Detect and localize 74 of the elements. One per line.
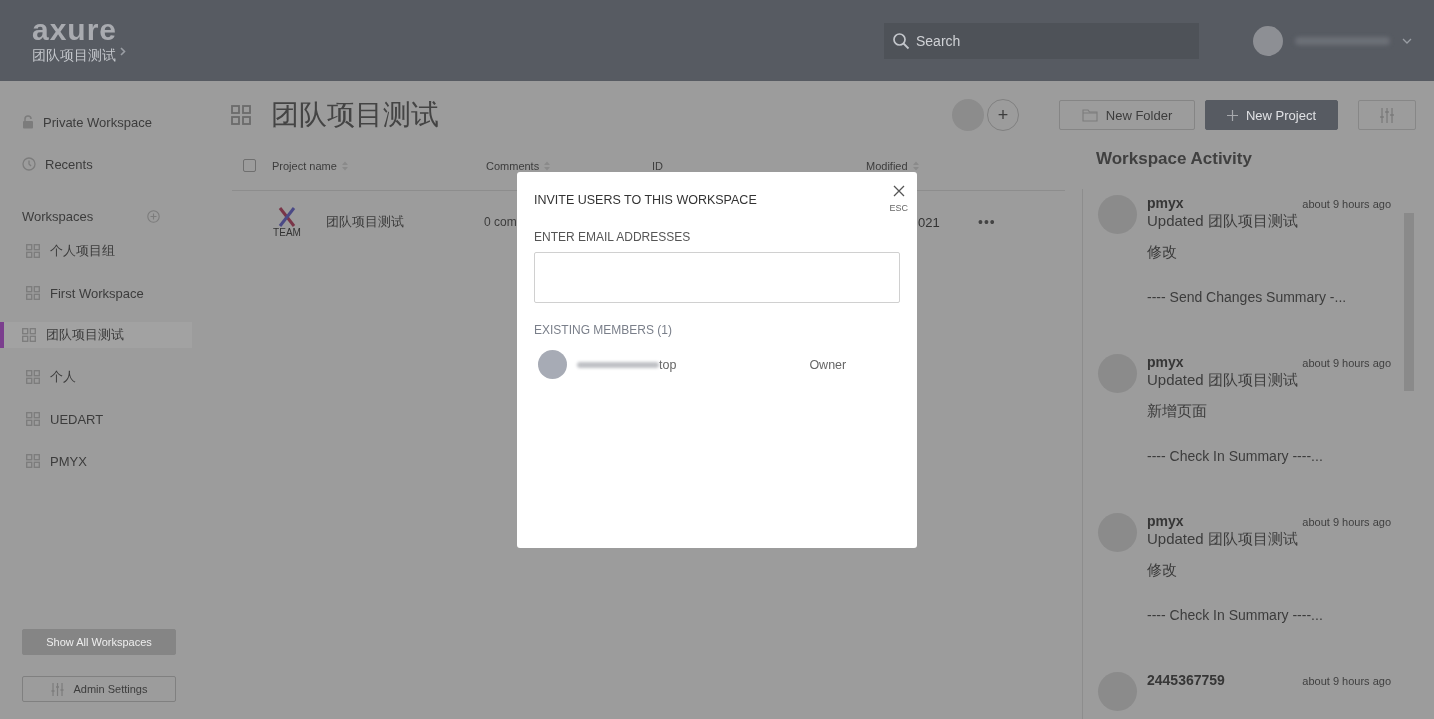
table-cell: 0 com (484, 215, 517, 229)
activity-note: 修改 (1147, 243, 1178, 262)
sidebar-link[interactable]: Recents (0, 143, 115, 185)
user-name: pmyx (1147, 354, 1184, 370)
workspace-item[interactable]: 团队项目测试 (0, 322, 192, 348)
field-label: ENTER EMAIL ADDRESSES (534, 230, 692, 244)
clock-icon (22, 157, 36, 171)
sliders-icon (1380, 107, 1394, 123)
add-circle-icon[interactable] (147, 210, 160, 223)
column-header[interactable]: Modified (866, 159, 919, 172)
timestamp: about 9 hours ago (1302, 675, 1391, 687)
column-header[interactable]: Project name (272, 159, 348, 172)
grid-icon (26, 370, 40, 384)
select-all-checkbox[interactable] (243, 159, 256, 172)
workspace-item[interactable]: 个人 (0, 364, 192, 390)
member-email: top (659, 357, 677, 372)
dialog-title: INVITE USERS TO THIS WORKSPACE (534, 193, 757, 207)
grid-icon (231, 105, 251, 125)
sidebar-link[interactable]: Private Workspace (0, 101, 174, 143)
more-options-button[interactable]: ••• (978, 214, 996, 230)
page-title: 团队项目测试 (271, 98, 439, 132)
workspace-item[interactable]: First Workspace (0, 280, 192, 306)
panel-title: Workspace Activity (1096, 149, 1253, 169)
filter-button[interactable] (1358, 100, 1416, 130)
admin-settings-button[interactable]: Admin Settings (22, 676, 176, 702)
grid-icon (22, 328, 36, 342)
sort-icon (544, 160, 551, 171)
activity-text: Updated 团队项目测试 (1147, 212, 1299, 231)
timestamp: about 9 hours ago (1302, 516, 1391, 528)
grid-icon (26, 454, 40, 468)
folder-icon (1081, 108, 1098, 122)
activity-note: 修改 (1147, 561, 1178, 580)
logo[interactable]: axure (32, 12, 118, 47)
workspace-item[interactable]: PMYX (0, 448, 192, 474)
activity-summary: ---- Check In Summary ----... (1147, 607, 1324, 623)
member-role: Owner (809, 357, 847, 372)
grid-icon (26, 286, 40, 300)
new-folder-button[interactable]: New Folder (1059, 100, 1195, 130)
activity-text: Updated 团队项目测试 (1147, 530, 1299, 549)
user-name: pmyx (1147, 195, 1184, 211)
sliders-icon (50, 682, 64, 696)
column-header[interactable]: ID (652, 159, 663, 172)
table-cell: 021 (918, 214, 940, 230)
user-avatar[interactable] (1253, 25, 1283, 56)
close-button[interactable]: ESC (889, 185, 908, 213)
search-icon (892, 31, 910, 50)
plus-icon (1226, 109, 1238, 121)
activity-summary: ---- Check In Summary ----... (1147, 448, 1324, 464)
show-all-workspaces-button[interactable]: Show All Workspaces (22, 629, 176, 655)
activity-note: 新增页面 (1147, 402, 1208, 421)
member-avatar (538, 350, 567, 379)
workspace-item[interactable]: UEDART (0, 406, 192, 432)
activity-text: Updated 团队项目测试 (1147, 371, 1299, 390)
sort-icon (912, 160, 919, 171)
timestamp: about 9 hours ago (1302, 357, 1391, 369)
chevron-icon (120, 46, 126, 56)
breadcrumb-link[interactable]: 团队项目测试 (32, 46, 116, 65)
user-name: pmyx (1147, 513, 1184, 529)
grid-icon (26, 412, 40, 426)
activity-summary: ---- Send Changes Summary -... (1147, 289, 1348, 305)
lock-icon (22, 115, 34, 129)
workspace-item[interactable]: 个人项目组 (0, 238, 192, 264)
chevron-down-icon[interactable] (1402, 37, 1412, 44)
grid-icon (26, 244, 40, 258)
close-icon (892, 185, 905, 197)
search-field[interactable]: Search (884, 22, 1199, 59)
section-heading: EXISTING MEMBERS (1) (534, 323, 674, 337)
email-input-field[interactable] (534, 252, 900, 303)
new-project-button[interactable]: New Project (1205, 100, 1338, 130)
project-name-link[interactable]: 团队项目测试 (326, 213, 404, 231)
timestamp: about 9 hours ago (1302, 198, 1391, 210)
section-heading: Workspaces (22, 209, 94, 224)
column-header[interactable]: Comments (486, 159, 551, 172)
user-name: 2445367759 (1147, 672, 1225, 688)
